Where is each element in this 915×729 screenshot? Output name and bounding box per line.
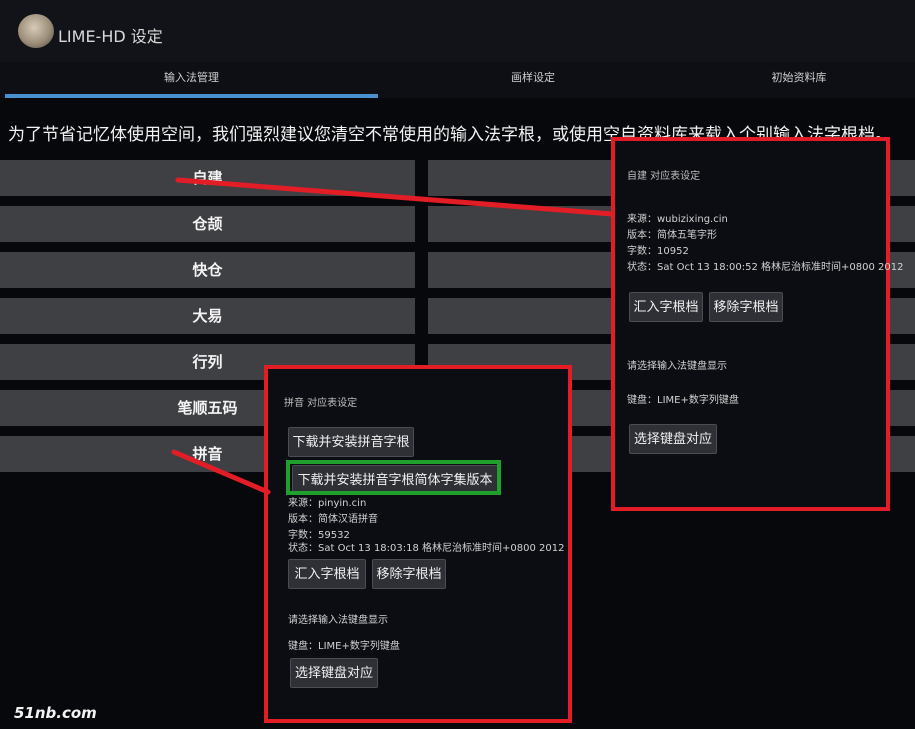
source-text: 来源：pinyin.cin [288,498,367,509]
select-keyboard-button[interactable]: 选择键盘对应 [629,424,717,454]
pinyin-mapping-dialog: 拼音 对应表设定 下载并安装拼音字根 下载并安装拼音字根简体字集版本 来源：pi… [264,365,572,723]
im-button-cangjie[interactable]: 仓颉 [0,206,415,242]
app-title: LIME-HD 设定 [58,27,163,46]
dialog-title: 自建 对应表设定 [627,171,701,182]
status-text: 状态：Sat Oct 13 18:03:18 格林尼治标准时间+0800 201… [288,543,565,554]
remove-button[interactable]: 移除字根档 [372,559,446,589]
remove-button[interactable]: 移除字根档 [709,292,783,322]
im-button-dayi[interactable]: 大易 [0,298,415,334]
status-text: 状态：Sat Oct 13 18:00:52 格林尼治标准时间+0800 201… [627,262,904,273]
version-text: 版本：简体五笔字形 [627,230,717,241]
source-text: 来源：wubizixing.cin [627,214,728,225]
download-pinyin-button[interactable]: 下载并安装拼音字根 [288,427,414,457]
custom-mapping-dialog: 自建 对应表设定 来源：wubizixing.cin 版本：简体五笔字形 字数：… [611,137,904,511]
import-button[interactable]: 汇入字根档 [288,559,366,589]
version-text: 版本：简体汉语拼音 [288,514,378,525]
im-button-quick[interactable]: 快仓 [0,252,415,288]
dialog-title: 拼音 对应表设定 [284,398,358,409]
tab-bar: 输入法管理 画样设定 初始资料库 [0,62,915,98]
count-text: 字数：10952 [627,246,689,257]
tab-initial-database[interactable]: 初始资料库 [688,62,910,98]
title-bar: LIME-HD 设定 [0,0,915,62]
keyboard-prompt: 请选择输入法键盘显示 [288,615,388,626]
keyboard-prompt: 请选择输入法键盘显示 [627,361,727,372]
watermark: 51nb.com [14,704,97,722]
tab-im-management[interactable]: 输入法管理 [5,62,378,98]
im-button-custom[interactable]: 自建 [0,160,415,196]
keyboard-value: 键盘：LIME+数字列键盘 [627,395,739,406]
highlight-box [286,460,501,495]
keyboard-value: 键盘：LIME+数字列键盘 [288,641,400,652]
tab-appearance[interactable]: 画样设定 [378,62,688,98]
select-keyboard-button[interactable]: 选择键盘对应 [290,658,378,688]
import-button[interactable]: 汇入字根档 [629,292,703,322]
app-logo-icon [18,14,54,48]
